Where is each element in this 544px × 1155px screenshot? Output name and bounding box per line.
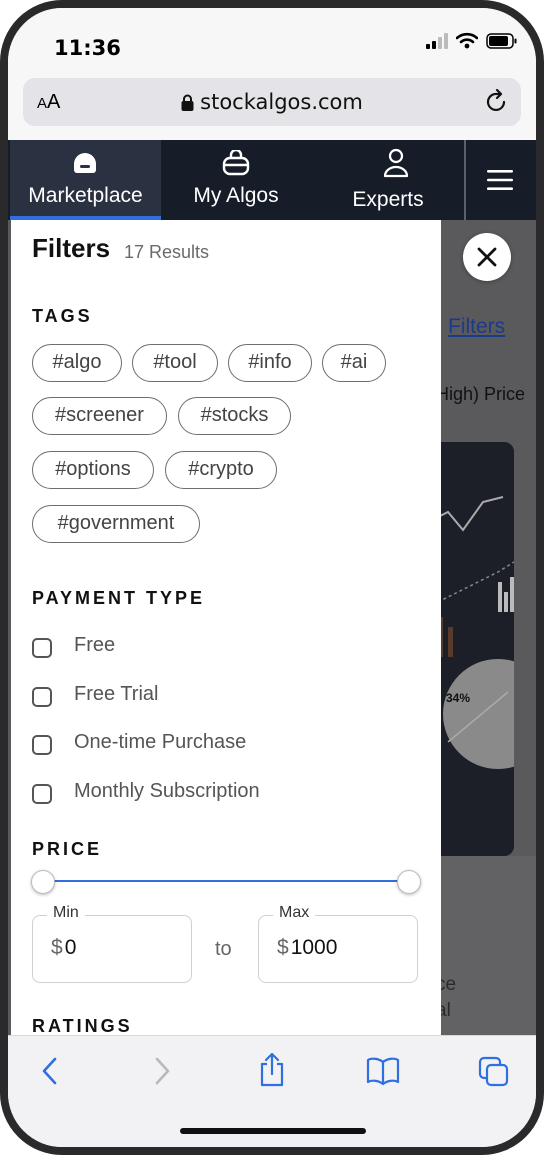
price-slider-max-handle[interactable] bbox=[397, 870, 421, 894]
payment-option-label: Free Trial bbox=[74, 683, 159, 705]
status-icons bbox=[426, 32, 518, 49]
signal-icon bbox=[426, 32, 448, 49]
reload-icon[interactable] bbox=[485, 89, 509, 115]
checkbox-one-time[interactable] bbox=[32, 735, 52, 755]
nav-item-experts[interactable]: Experts bbox=[311, 140, 465, 220]
payment-option-label: One-time Purchase bbox=[74, 731, 247, 753]
payment-option-label: Monthly Subscription bbox=[74, 780, 260, 802]
price-heading: PRICE bbox=[32, 839, 103, 859]
nav-label-my-algos: My Algos bbox=[193, 184, 279, 207]
price-max-value: 1000 bbox=[290, 936, 338, 959]
battery-icon bbox=[486, 32, 517, 49]
nav-item-marketplace[interactable]: Marketplace bbox=[10, 140, 161, 220]
browser-address-bar[interactable]: AA stockalgos.com bbox=[23, 78, 521, 126]
close-icon bbox=[477, 247, 497, 267]
share-icon[interactable] bbox=[258, 1052, 286, 1088]
price-min-field[interactable]: Min $0 bbox=[32, 904, 192, 983]
hamburger-menu-button[interactable] bbox=[466, 140, 536, 220]
nav-item-my-algos[interactable]: My Algos bbox=[161, 140, 311, 220]
ratings-heading: RATINGS bbox=[32, 1016, 133, 1035]
tag-options[interactable]: #options bbox=[32, 451, 154, 489]
nav-label-marketplace: Marketplace bbox=[28, 184, 143, 207]
card-percent-label: 34% bbox=[446, 691, 471, 705]
page-content: Filters High) Price 34% ce al Filters 17… bbox=[8, 220, 536, 1035]
tag-algo[interactable]: #algo bbox=[32, 344, 122, 382]
tag-tool[interactable]: #tool bbox=[132, 344, 218, 382]
price-min-value: 0 bbox=[64, 936, 77, 959]
close-filters-button[interactable] bbox=[463, 233, 511, 281]
price-slider-track[interactable] bbox=[42, 880, 408, 882]
background-filters-link: Filters bbox=[448, 315, 506, 338]
tag-ai[interactable]: #ai bbox=[322, 344, 386, 382]
filters-title: Filters bbox=[32, 233, 111, 263]
nav-label-experts: Experts bbox=[352, 188, 424, 211]
url-display[interactable]: stockalgos.com bbox=[23, 90, 521, 114]
forward-icon bbox=[155, 1057, 170, 1085]
bookmarks-icon[interactable] bbox=[366, 1056, 400, 1086]
marketplace-icon bbox=[74, 153, 96, 173]
checkbox-free[interactable] bbox=[32, 638, 52, 658]
payment-type-heading: PAYMENT TYPE bbox=[32, 588, 206, 608]
main-nav: Marketplace My Algos Experts bbox=[8, 140, 536, 220]
payment-option-label: Free bbox=[74, 634, 116, 656]
background-sort-text: High) Price bbox=[436, 384, 526, 404]
checkbox-monthly[interactable] bbox=[32, 784, 52, 804]
browser-toolbar bbox=[8, 1035, 536, 1147]
phone-frame: 11:36 AA stockalgos.com Marketplace My A… bbox=[0, 0, 544, 1155]
wifi-icon bbox=[456, 32, 478, 49]
price-max-label: Max bbox=[273, 904, 316, 922]
tag-stocks[interactable]: #stocks bbox=[178, 397, 291, 435]
person-icon bbox=[383, 148, 409, 178]
currency-symbol: $ bbox=[51, 936, 63, 959]
home-indicator bbox=[180, 1128, 366, 1134]
back-icon[interactable] bbox=[38, 1056, 62, 1086]
tabs-icon[interactable] bbox=[478, 1056, 510, 1088]
filters-panel: Filters 17 Results TAGS #algo #tool #inf… bbox=[11, 220, 441, 1035]
checkbox-free-trial[interactable] bbox=[32, 687, 52, 707]
tag-info[interactable]: #info bbox=[228, 344, 312, 382]
price-to-label: to bbox=[215, 938, 232, 960]
status-time: 11:36 bbox=[54, 36, 121, 60]
lock-icon bbox=[181, 94, 194, 111]
tag-government[interactable]: #government bbox=[32, 505, 200, 543]
price-min-label: Min bbox=[47, 904, 85, 922]
price-max-field[interactable]: Max $1000 bbox=[258, 904, 418, 983]
price-slider-min-handle[interactable] bbox=[31, 870, 55, 894]
tags-heading: TAGS bbox=[32, 306, 93, 326]
tag-screener[interactable]: #screener bbox=[32, 397, 167, 435]
results-count: 17 Results bbox=[124, 242, 210, 262]
bag-icon bbox=[222, 150, 250, 176]
status-bar: 11:36 bbox=[8, 8, 536, 78]
tag-crypto[interactable]: #crypto bbox=[165, 451, 277, 489]
currency-symbol: $ bbox=[277, 936, 289, 959]
url-text: stockalgos.com bbox=[200, 90, 363, 114]
hamburger-icon bbox=[487, 170, 513, 190]
